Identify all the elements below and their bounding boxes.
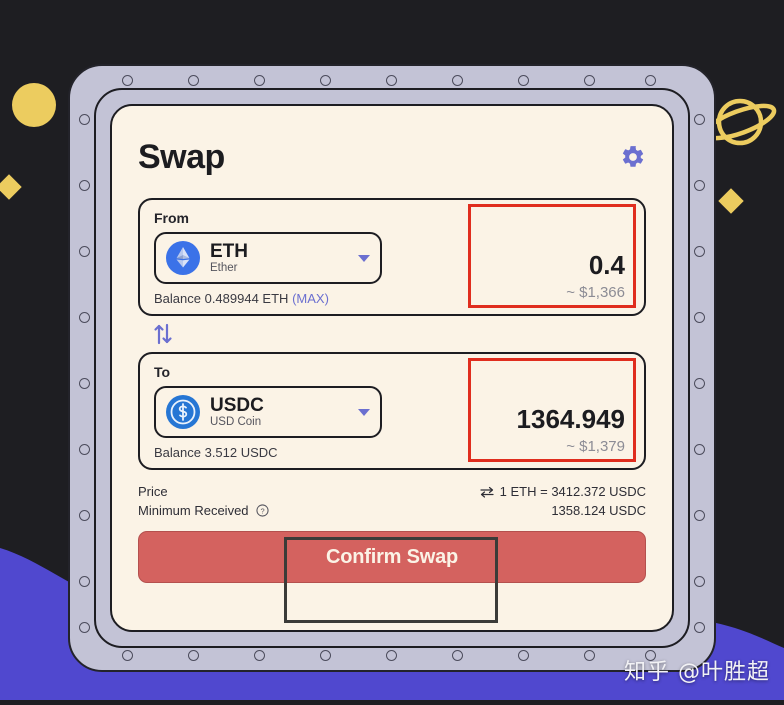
rivet — [320, 75, 331, 86]
ethereum-icon-svg — [166, 241, 200, 275]
to-amount-box[interactable]: 1364.949 ~ $1,379 — [468, 358, 636, 462]
rivet — [79, 576, 90, 587]
minimum-received-left: Minimum Received ? — [138, 503, 269, 518]
minimum-received-value: 1358.124 USDC — [551, 503, 646, 518]
rivet — [79, 114, 90, 125]
rivet — [79, 180, 90, 191]
from-token-symbol: ETH — [210, 240, 248, 262]
from-token-names: ETH Ether — [210, 240, 358, 275]
rivet — [254, 650, 265, 661]
price-value: 1 ETH = 3412.372 USDC — [499, 484, 646, 499]
rivet — [452, 650, 463, 661]
rivet — [518, 650, 529, 661]
price-row: Price 1 ETH = 3412.372 USDC — [138, 484, 646, 499]
to-token-symbol: USDC — [210, 394, 264, 416]
question-circle-icon[interactable]: ? — [255, 504, 269, 517]
rivet — [452, 75, 463, 86]
rivet — [122, 75, 133, 86]
from-token-select[interactable]: ETH Ether — [154, 232, 382, 284]
card-header: Swap — [138, 128, 646, 186]
gear-icon[interactable] — [620, 144, 646, 170]
rivet — [584, 650, 595, 661]
rivet — [694, 312, 705, 323]
rivet — [254, 75, 265, 86]
swap-horizontal-icon-svg — [480, 486, 494, 498]
to-token-select[interactable]: USDC USD Coin — [154, 386, 382, 438]
rivet — [518, 75, 529, 86]
rivet — [694, 180, 705, 191]
rivet — [320, 650, 331, 661]
ethereum-icon — [166, 241, 200, 275]
price-info: Price 1 ETH = 3412.372 USDC Minimum Rece… — [138, 484, 646, 518]
from-amount-usd: ~ $1,366 — [566, 284, 625, 301]
to-balance-text: Balance 3.512 USDC — [154, 445, 278, 460]
rivet — [694, 114, 705, 125]
swap-horizontal-icon[interactable] — [480, 486, 494, 498]
confirm-swap-button[interactable]: Confirm Swap — [138, 531, 646, 583]
rivet — [694, 622, 705, 633]
from-panel: From ETH Ether 0.4 ~ $1,366 Balance 0.48… — [138, 198, 646, 316]
to-amount-usd: ~ $1,379 — [566, 438, 625, 455]
rivet — [584, 75, 595, 86]
rivet — [122, 650, 133, 661]
from-token-fullname: Ether — [210, 262, 238, 275]
rivet — [694, 246, 705, 257]
max-link[interactable]: (MAX) — [292, 291, 329, 306]
rivet — [386, 650, 397, 661]
from-balance-text: Balance 0.489944 ETH — [154, 291, 289, 306]
rivet — [694, 444, 705, 455]
rivet — [79, 444, 90, 455]
price-label: Price — [138, 484, 168, 499]
price-value-group: 1 ETH = 3412.372 USDC — [480, 484, 646, 499]
to-token-names: USDC USD Coin — [210, 394, 358, 429]
chevron-down-icon — [358, 408, 370, 416]
question-circle-icon-svg: ? — [255, 504, 269, 517]
rivet — [79, 510, 90, 521]
swap-card: Swap From ETH Ether 0.4 ~ $1,366 Balance… — [110, 104, 674, 632]
watermark: 知乎 @叶胜超 — [624, 660, 770, 685]
chevron-down-icon — [358, 254, 370, 262]
rivet — [79, 378, 90, 389]
rivet — [694, 510, 705, 521]
rivet — [188, 650, 199, 661]
swap-vertical-arrows-icon[interactable] — [152, 322, 174, 346]
rivet — [79, 246, 90, 257]
minimum-received-label: Minimum Received — [138, 503, 249, 518]
confirm-swap-label: Confirm Swap — [325, 545, 459, 568]
from-amount-value: 0.4 — [588, 250, 625, 281]
swap-arrows-svg — [154, 323, 172, 345]
to-amount-value: 1364.949 — [516, 404, 625, 435]
to-panel-row: USDC USD Coin 1364.949 ~ $1,379 — [154, 358, 636, 462]
rivet — [386, 75, 397, 86]
rivet — [79, 622, 90, 633]
yellow-circle-decoration — [12, 83, 56, 127]
rivet — [79, 312, 90, 323]
rivet — [694, 378, 705, 389]
to-panel: To USDC USD Coin 1364.949 ~ $1,379 Balan… — [138, 352, 646, 470]
page-title: Swap — [138, 137, 225, 176]
rivet — [188, 75, 199, 86]
usdc-icon-svg — [166, 395, 200, 429]
rivet — [694, 576, 705, 587]
from-panel-row: ETH Ether 0.4 ~ $1,366 — [154, 204, 636, 308]
gear-icon-svg — [622, 146, 644, 167]
to-token-fullname: USD Coin — [210, 416, 262, 429]
minimum-received-row: Minimum Received ? 1358.124 USDC — [138, 503, 646, 518]
swap-arrows-row — [138, 316, 646, 352]
usdc-icon — [166, 395, 200, 429]
svg-text:?: ? — [260, 506, 264, 515]
from-amount-box[interactable]: 0.4 ~ $1,366 — [468, 204, 636, 308]
rivet — [645, 75, 656, 86]
